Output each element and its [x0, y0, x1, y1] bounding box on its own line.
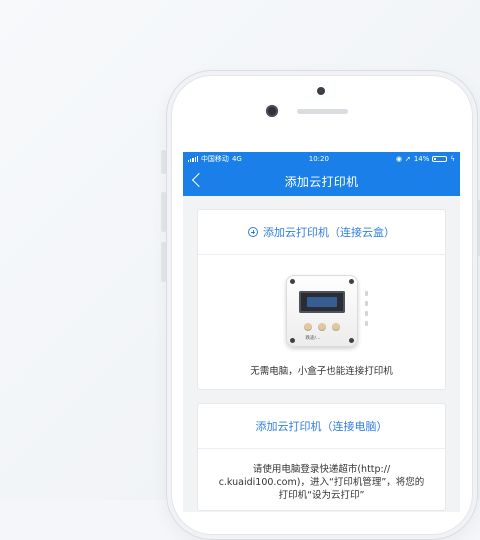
cloud-box-card: 添加云打印机（连接云盒） 跌途/... 无需电脑，小盒子也能连接打印机 — [197, 209, 446, 390]
main-content: 添加云打印机（连接云盒） 跌途/... 无需电脑，小盒子也能连接打印机 添加云打… — [183, 196, 460, 511]
pc-instructions: 请使用电脑登录快递超市(http:// c.kuaidi100.com)，进入“… — [198, 449, 445, 510]
plus-circle-icon — [248, 227, 258, 237]
carrier-name: 中国移动 — [200, 155, 229, 163]
front-camera — [266, 105, 278, 117]
alarm-icon: ◉ — [395, 155, 402, 163]
device-brand-text: 跌途/... — [305, 336, 321, 341]
pc-connect-card: 添加云打印机（连接电脑） 请使用电脑登录快递超市(http:// c.kuaid… — [197, 403, 446, 511]
cloud-box-description: 无需电脑，小盒子也能连接打印机 — [250, 366, 393, 377]
add-cloud-box-label: 添加云打印机（连接云盒） — [263, 226, 395, 239]
pc-instruction-line2: c.kuaidi100.com)，进入“打印机管理”，将您的 — [218, 477, 425, 488]
location-icon: ➚ — [404, 155, 411, 163]
signal-icon — [188, 156, 198, 162]
page-title: 添加云打印机 — [284, 174, 359, 189]
earpiece-speaker — [297, 109, 348, 114]
status-bar: 中国移动 4G 10:20 ◉ ➚ 14% ϟ — [183, 152, 460, 166]
back-icon[interactable] — [191, 172, 207, 188]
proximity-sensor — [317, 87, 325, 95]
pc-instruction-line1: 请使用电脑登录快递超市(http:// — [252, 464, 391, 475]
battery-percent: 14% — [413, 155, 430, 163]
battery-icon — [432, 156, 448, 162]
cloud-box-image: 跌途/... — [280, 273, 368, 349]
add-cloud-box-button[interactable]: 添加云打印机（连接云盒） — [198, 210, 445, 255]
phone-screen: 中国移动 4G 10:20 ◉ ➚ 14% ϟ 添加云打印机 添加云打印机（连接… — [183, 152, 460, 512]
add-pc-printer-label: 添加云打印机（连接电脑） — [255, 420, 388, 433]
pc-instruction-line3: 打印机“设为云打印” — [278, 490, 365, 501]
navigation-bar: 添加云打印机 — [183, 166, 460, 196]
network-type: 4G — [231, 155, 242, 163]
clock: 10:20 — [308, 155, 329, 163]
add-pc-printer-button[interactable]: 添加云打印机（连接电脑） — [198, 404, 445, 449]
charging-icon: ϟ — [450, 155, 455, 163]
